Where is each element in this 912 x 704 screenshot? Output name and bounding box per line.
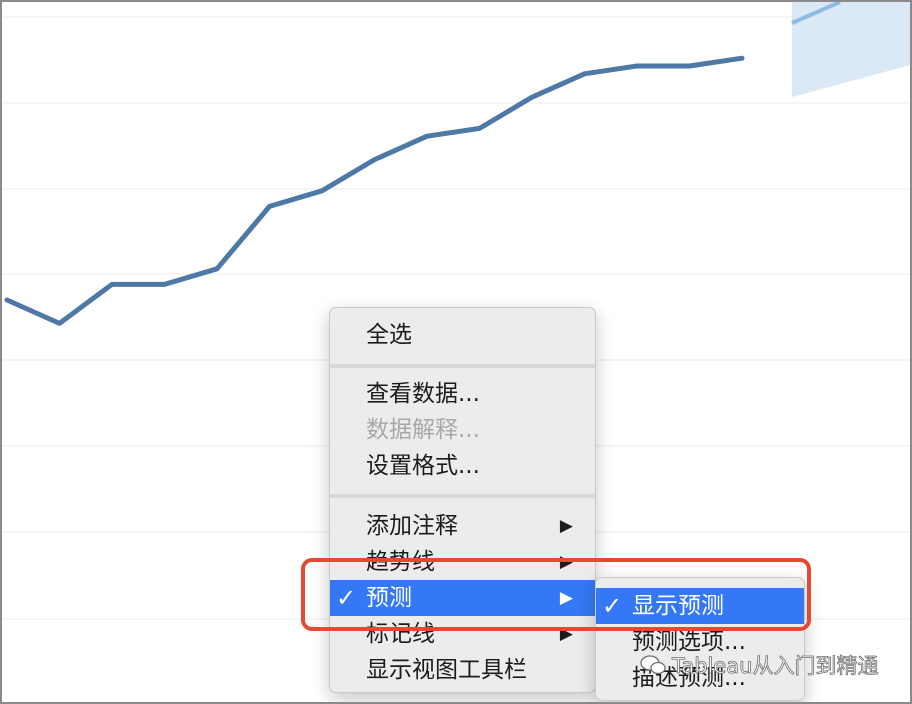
context-menu: 全选 查看数据... 数据解释... 设置格式... 添加注释 ▶ 趋势线 ▶ ✓ 预… bbox=[329, 307, 596, 693]
watermark: Tableau从入门到精通 bbox=[640, 650, 879, 680]
menu-item-label: 添加注释 bbox=[366, 513, 458, 539]
menu-separator bbox=[330, 494, 595, 498]
submenu-arrow-icon: ▶ bbox=[559, 516, 573, 536]
watermark-text: Tableau从入门到精通 bbox=[672, 654, 879, 679]
highlight-annotation-box bbox=[301, 558, 811, 631]
chart-view: 全选 查看数据... 数据解释... 设置格式... 添加注释 ▶ 趋势线 ▶ ✓ 预… bbox=[0, 0, 912, 704]
menu-item-label: 显示视图工具栏 bbox=[366, 657, 527, 683]
menu-item-format[interactable]: 设置格式... bbox=[330, 448, 595, 484]
menu-item-show-view-toolbar[interactable]: 显示视图工具栏 bbox=[330, 652, 595, 688]
menu-item-select-all[interactable]: 全选 bbox=[330, 317, 595, 353]
menu-item-add-annotation[interactable]: 添加注释 ▶ bbox=[330, 508, 595, 544]
menu-item-label: 设置格式... bbox=[366, 453, 480, 479]
menu-item-label: 查看数据... bbox=[366, 381, 480, 407]
menu-item-label: 数据解释... bbox=[366, 417, 480, 443]
menu-item-label: 全选 bbox=[366, 322, 412, 348]
series-line bbox=[4, 55, 745, 326]
menu-item-view-data[interactable]: 查看数据... bbox=[330, 376, 595, 412]
wechat-icon bbox=[640, 655, 666, 675]
menu-separator bbox=[330, 364, 595, 368]
menu-item-explain-data: 数据解释... bbox=[330, 412, 595, 448]
